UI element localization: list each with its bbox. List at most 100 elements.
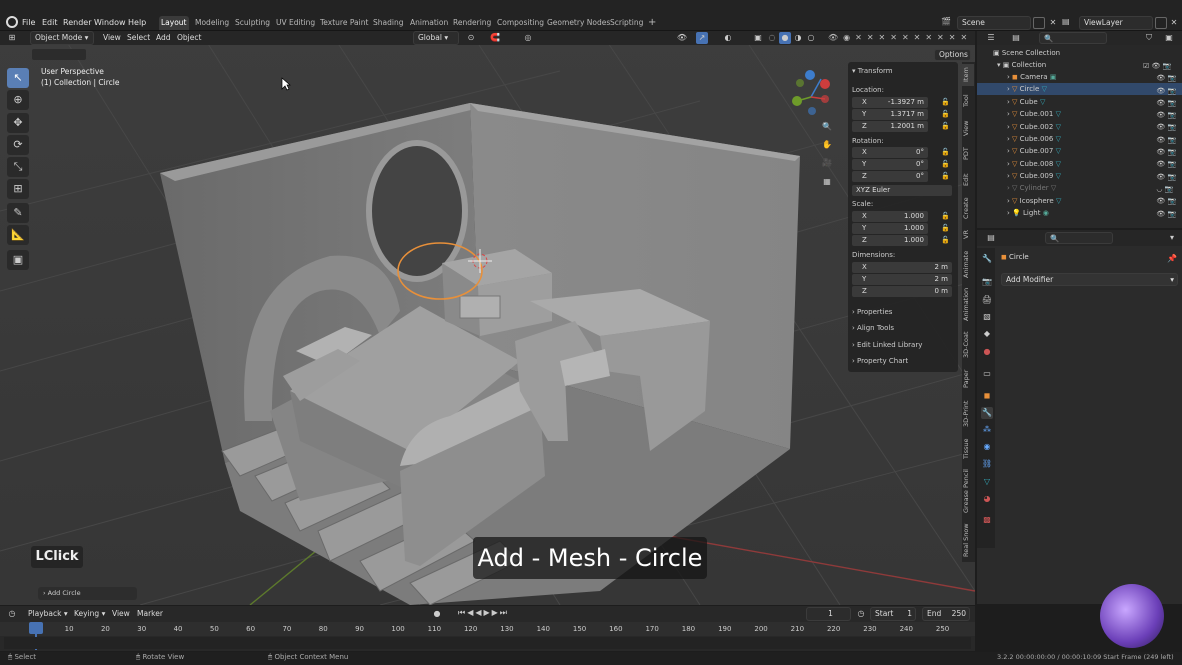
tab-texture-paint[interactable]: Texture Paint <box>318 16 370 30</box>
tab-compositing[interactable]: Compositing <box>495 16 546 30</box>
dimensions-x-field[interactable]: X2 m <box>852 262 952 273</box>
tab-modeling[interactable]: Modeling <box>193 16 231 30</box>
mode-dropdown[interactable]: Object Mode ▾ <box>30 31 94 45</box>
3d-viewport[interactable] <box>0 31 975 605</box>
start-frame-field[interactable]: Start 1 <box>870 607 916 621</box>
tab-grease-pencil[interactable]: Grease Pencil <box>962 466 974 516</box>
section-edit-linked-library[interactable]: › Edit Linked Library <box>852 340 922 351</box>
tab-sculpting[interactable]: Sculpting <box>233 16 272 30</box>
delete-view-layer-icon[interactable]: ✕ <box>1168 17 1180 29</box>
tab-paper[interactable]: Paper <box>962 366 974 392</box>
shading-solid-icon[interactable]: ● <box>779 32 791 44</box>
lock-location-x-icon[interactable]: 🔓 <box>941 98 950 106</box>
pan-icon[interactable]: ✋ <box>821 139 833 151</box>
filter-icon[interactable]: ⛉ <box>1143 32 1155 44</box>
properties-options-icon[interactable]: ▾ <box>1166 232 1178 244</box>
tool-tab-icon[interactable]: 🔧 <box>981 253 993 265</box>
timeline-menu-marker[interactable]: Marker <box>137 608 163 620</box>
tab-real-snow[interactable]: Real Snow <box>962 520 974 560</box>
camera-view-icon[interactable]: 🎥 <box>821 157 833 169</box>
add-workspace-icon[interactable]: + <box>646 16 658 30</box>
new-view-layer-icon[interactable] <box>1155 17 1167 29</box>
snap-icon[interactable]: 🧲 <box>489 32 501 44</box>
modifier-tab-icon[interactable]: 🔧 <box>981 407 993 419</box>
menu-help[interactable]: Help <box>128 16 146 30</box>
lock-scale-z-icon[interactable]: 🔓 <box>941 236 950 244</box>
pin-icon[interactable]: 📌 <box>1166 253 1178 265</box>
blender-logo-icon[interactable] <box>6 16 18 28</box>
section-property-chart[interactable]: › Property Chart <box>852 356 908 367</box>
view-layer-field[interactable]: ViewLayer <box>1079 16 1153 30</box>
tab-layout[interactable]: Layout <box>159 16 189 30</box>
editor-type-icon[interactable]: ⊞ <box>6 32 18 44</box>
transform-tool-icon[interactable]: ⊞ <box>7 179 29 199</box>
collection-tab-icon[interactable]: ▭ <box>981 368 993 380</box>
select-mode-buttons[interactable] <box>32 49 86 60</box>
location-z-field[interactable]: Z 1.2001 m <box>852 121 928 132</box>
rotate-tool-icon[interactable]: ⟳ <box>7 135 29 155</box>
scale-x-field[interactable]: X 1.000 <box>852 211 928 222</box>
shading-material-icon[interactable]: ◑ <box>792 32 804 44</box>
pivot-icon[interactable]: ⊙ <box>465 32 477 44</box>
preview-range-icon[interactable]: ◷ <box>855 608 867 620</box>
tab-edit[interactable]: Edit <box>962 169 974 191</box>
tab-3d-coat[interactable]: 3D-Coat <box>962 328 974 362</box>
outliner-editor-icon[interactable]: ☰ <box>985 32 997 44</box>
timeline-track[interactable] <box>4 637 971 649</box>
physics-tab-icon[interactable]: ◉ <box>981 441 993 453</box>
gizmo-toggle-icon[interactable]: ↗ <box>696 32 708 44</box>
scene-field[interactable]: Scene <box>957 16 1031 30</box>
playhead[interactable] <box>29 622 43 634</box>
properties-editor-icon[interactable]: ▤ <box>985 232 997 244</box>
timeline-menu-keying[interactable]: Keying ▾ <box>74 608 105 620</box>
current-frame-field[interactable]: 1 <box>806 607 851 621</box>
proportional-edit-icon[interactable]: ◎ <box>522 32 534 44</box>
display-mode-icon[interactable]: ▤ <box>1010 32 1022 44</box>
tab-create[interactable]: Create <box>962 194 974 222</box>
location-x-field[interactable]: X -1.3927 m <box>852 97 928 108</box>
menu-view[interactable]: View <box>103 32 121 44</box>
dimensions-y-field[interactable]: Y2 m <box>852 274 952 285</box>
tab-pdt[interactable]: PDT <box>962 143 974 165</box>
rotation-y-field[interactable]: Y 0° <box>852 159 928 170</box>
shading-rendered-icon[interactable]: ○ <box>805 32 817 44</box>
data-tab-icon[interactable]: ▽ <box>981 476 993 488</box>
shading-wireframe-icon[interactable]: ◌ <box>766 32 778 44</box>
lock-scale-y-icon[interactable]: 🔓 <box>941 224 950 232</box>
delete-scene-icon[interactable]: ✕ <box>1047 17 1059 29</box>
menu-edit[interactable]: Edit <box>42 16 58 30</box>
tab-geometry-nodes[interactable]: Geometry Nodes <box>545 16 612 30</box>
timeline-menu-view[interactable]: View <box>112 608 130 620</box>
outliner-search-input[interactable]: 🔍 <box>1039 32 1107 44</box>
output-tab-icon[interactable]: 🖨 <box>981 294 993 306</box>
ortho-toggle-icon[interactable]: ▦ <box>821 176 833 188</box>
timeline-menu-playback[interactable]: Playback ▾ <box>28 608 68 620</box>
menu-select[interactable]: Select <box>127 32 150 44</box>
dimensions-z-field[interactable]: Z0 m <box>852 286 952 297</box>
lock-location-z-icon[interactable]: 🔓 <box>941 122 950 130</box>
cursor-tool-icon[interactable]: ⊕ <box>7 90 29 110</box>
tab-animation[interactable]: Animation <box>408 16 450 30</box>
record-icon[interactable]: ● <box>431 608 443 620</box>
tab-animate[interactable]: Animate <box>962 248 974 280</box>
select-tool-icon[interactable]: ↖ <box>7 68 29 88</box>
add-modifier-button[interactable]: Add Modifier ▾ <box>1001 273 1178 286</box>
section-properties[interactable]: › Properties <box>852 307 892 318</box>
new-collection-icon[interactable]: ▣ <box>1163 32 1175 44</box>
lock-scale-x-icon[interactable]: 🔓 <box>941 212 950 220</box>
world-tab-icon[interactable]: ● <box>981 346 993 358</box>
outliner-scene-collection[interactable]: ▣ Scene Collection <box>977 47 1182 59</box>
menu-object[interactable]: Object <box>177 32 201 44</box>
tab-tool[interactable]: Tool <box>962 90 974 112</box>
lock-rotation-z-icon[interactable]: 🔓 <box>941 172 950 180</box>
end-frame-field[interactable]: End 250 <box>922 607 970 621</box>
tab-shading[interactable]: Shading <box>371 16 405 30</box>
particles-tab-icon[interactable]: ⁂ <box>981 424 993 436</box>
rotation-mode-dropdown[interactable]: XYZ Euler <box>852 185 952 196</box>
tab-uv-editing[interactable]: UV Editing <box>274 16 317 30</box>
xray-icon[interactable]: ▣ <box>752 32 764 44</box>
tab-rendering[interactable]: Rendering <box>451 16 493 30</box>
view-layer-tab-icon[interactable]: ▧ <box>981 311 993 323</box>
tab-item[interactable]: Item <box>962 64 974 86</box>
zoom-icon[interactable]: 🔍 <box>821 121 833 133</box>
